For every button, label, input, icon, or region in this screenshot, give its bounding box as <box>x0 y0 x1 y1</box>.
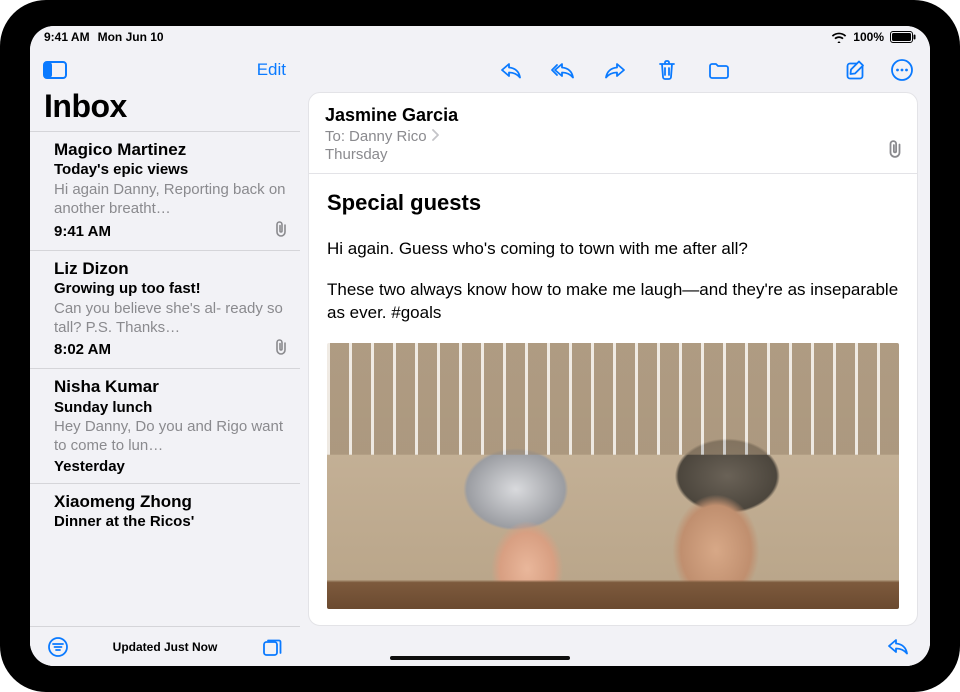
message-sender: Liz Dizon <box>54 259 288 279</box>
toolbar <box>300 48 930 92</box>
compose-stack-button[interactable] <box>258 636 286 658</box>
edit-button[interactable]: Edit <box>257 60 286 80</box>
message-row[interactable]: Nisha Kumar Sunday lunch Hey Danny, Do y… <box>30 368 300 483</box>
message-date: Thursday <box>325 146 901 163</box>
screen: 9:41 AM Mon Jun 10 100% E <box>30 26 930 666</box>
reader-card: Jasmine Garcia To: Danny Rico Thursday <box>308 92 918 626</box>
device-frame: 9:41 AM Mon Jun 10 100% E <box>0 0 960 692</box>
message-subject: Sunday lunch <box>54 399 288 418</box>
to-label: To: <box>325 128 345 145</box>
attached-photo[interactable] <box>327 343 899 609</box>
message-time: 9:41 AM <box>54 223 111 240</box>
chevron-right-icon <box>431 129 439 144</box>
battery-percent: 100% <box>853 30 884 44</box>
reader-header[interactable]: Jasmine Garcia To: Danny Rico Thursday <box>309 93 917 174</box>
message-subject: Growing up too fast! <box>54 280 288 299</box>
quick-reply-button[interactable] <box>884 632 912 660</box>
message-subject: Dinner at the Ricos' <box>54 513 288 532</box>
trash-button[interactable] <box>653 56 681 84</box>
to-line[interactable]: To: Danny Rico <box>325 128 901 145</box>
message-preview: Can you believe she's al- ready so tall?… <box>54 300 288 338</box>
reader-body[interactable]: Special guests Hi again. Guess who's com… <box>309 174 917 625</box>
message-preview: Hey Danny, Do you and Rigo want to come … <box>54 418 288 456</box>
message-preview: Hi again Danny, Reporting back on anothe… <box>54 181 288 219</box>
inbox-title: Inbox <box>30 86 300 131</box>
sidebar-top: Edit <box>30 48 300 86</box>
workspace: Edit Inbox Magico Martinez Today's epic … <box>30 48 930 666</box>
message-sender: Nisha Kumar <box>54 377 288 397</box>
filter-button[interactable] <box>44 636 72 658</box>
message-sender: Magico Martinez <box>54 140 288 160</box>
home-indicator[interactable] <box>390 656 570 660</box>
reader-paragraph: Hi again. Guess who's coming to town wit… <box>327 238 899 261</box>
status-date: Mon Jun 10 <box>98 30 164 44</box>
paperclip-icon <box>274 221 288 242</box>
message-time: 8:02 AM <box>54 341 111 358</box>
message-list[interactable]: Magico Martinez Today's epic views Hi ag… <box>30 131 300 626</box>
reply-button[interactable] <box>497 56 525 84</box>
sidebar-toggle-button[interactable] <box>40 58 70 82</box>
message-sender: Xiaomeng Zhong <box>54 492 288 512</box>
paperclip-icon <box>887 140 903 163</box>
message-time: Yesterday <box>54 458 125 475</box>
reader-paragraph: These two always know how to make me lau… <box>327 279 899 325</box>
message-row[interactable]: Xiaomeng Zhong Dinner at the Ricos' <box>30 483 300 540</box>
paperclip-icon <box>274 339 288 360</box>
reader-subject: Special guests <box>327 190 899 216</box>
content-pane: Jasmine Garcia To: Danny Rico Thursday <box>300 48 930 666</box>
reply-all-button[interactable] <box>549 56 577 84</box>
sidebar: Edit Inbox Magico Martinez Today's epic … <box>30 48 300 666</box>
to-name: Danny Rico <box>349 128 427 145</box>
more-button[interactable] <box>888 56 916 84</box>
forward-button[interactable] <box>601 56 629 84</box>
message-row[interactable]: Liz Dizon Growing up too fast! Can you b… <box>30 250 300 369</box>
content-bottom-bar <box>300 626 930 666</box>
battery-icon <box>890 31 916 43</box>
status-label: Updated Just Now <box>72 640 258 654</box>
from-name: Jasmine Garcia <box>325 105 901 126</box>
move-button[interactable] <box>705 56 733 84</box>
wifi-icon <box>831 31 847 43</box>
compose-button[interactable] <box>842 56 870 84</box>
status-time: 9:41 AM <box>44 30 90 44</box>
sidebar-bottom-bar: Updated Just Now <box>30 626 300 666</box>
message-subject: Today's epic views <box>54 161 288 180</box>
message-row[interactable]: Magico Martinez Today's epic views Hi ag… <box>30 131 300 250</box>
status-bar: 9:41 AM Mon Jun 10 100% <box>30 26 930 48</box>
